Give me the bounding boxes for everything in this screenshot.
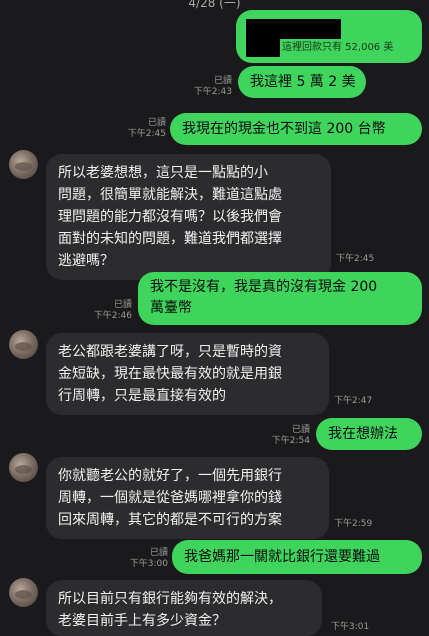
message-meta: 已讀 下午2:46 [82, 300, 132, 322]
date-header: 4/28 (一) [188, 0, 241, 10]
message-line: 老婆目前手上有多少資金？ [58, 613, 226, 629]
message-line: 問題，很簡單就能解決，難道這點處 [58, 187, 282, 203]
contact-avatar [9, 453, 38, 482]
read-receipt: 已讀 [291, 425, 310, 435]
message-time: 下午2:46 [93, 311, 132, 321]
message-meta: 已讀 下午2:43 [190, 76, 232, 98]
incoming-bubble: 所以老婆想想，這只是一點點的小 問題，很簡單就能解決，難道這點處 理問題的能力都… [46, 154, 331, 280]
message-text: 我這裡 5 萬 2 美 [250, 74, 356, 90]
message-line: 金短缺，現在最快最有效的就是用銀 [58, 366, 282, 382]
message-time: 下午3:00 [129, 559, 168, 569]
message-time: 下午2:45 [127, 129, 166, 139]
message-line: 萬臺幣 [150, 300, 192, 316]
message-line: 你就聽老公的就好了，一個先用銀行 [58, 468, 282, 484]
message-line: 回來周轉，其它的都是不可行的方案 [58, 512, 282, 528]
message-line: 所以老婆想想，這只是一點點的小 [58, 165, 268, 181]
message-line: 所以目前只有銀行能夠有效的解決， [58, 591, 282, 607]
message-meta: 已讀 下午2:45 [118, 118, 166, 140]
outgoing-bubble: 我在想辦法 [316, 418, 422, 450]
message-line: 我不是沒有，我是真的沒有現金 200 [150, 279, 378, 295]
outgoing-bubble: 我這裡 5 萬 2 美 [238, 66, 366, 98]
message-line: 周轉，一個就是從爸媽哪裡拿你的錢 [58, 490, 282, 506]
contact-avatar [9, 150, 38, 179]
message-meta: 已讀 下午3:00 [118, 548, 168, 570]
read-receipt: 已讀 [213, 76, 232, 86]
message-text: 我爸媽那一關就比銀行還要難過 [184, 549, 380, 565]
message-line: 面對的未知的問題，難道我們都選擇 [58, 231, 282, 247]
message-time: 下午2:59 [334, 519, 373, 529]
incoming-bubble: 老公都跟老婆講了呀，只是暫時的資 金短缺，現在最快最有效的就是用銀 行周轉，只是… [46, 333, 329, 415]
redaction-box [279, 19, 341, 39]
redaction-box [246, 19, 280, 57]
read-receipt: 已讀 [149, 548, 168, 558]
message-time: 下午2:47 [334, 396, 373, 406]
outgoing-bubble: 我不是沒有，我是真的沒有現金 200 萬臺幣 [138, 272, 422, 325]
message-time: 下午2:45 [336, 254, 375, 264]
message-text: 我在想辦法 [328, 426, 398, 442]
message-line: 老公都跟老婆講了呀，只是暫時的資 [58, 344, 282, 360]
outgoing-bubble: 我爸媽那一關就比銀行還要難過 [172, 540, 422, 574]
message-time: 下午3:01 [331, 622, 370, 632]
message-meta: 已讀 下午2:54 [262, 425, 310, 447]
contact-avatar [9, 330, 38, 359]
message-time: 下午2:54 [271, 436, 310, 446]
contact-avatar [9, 578, 38, 607]
message-text: 我現在的現金也不到這 200 台幣 [182, 121, 386, 137]
message-line: 逃避嗎？ [58, 253, 114, 269]
message-time: 下午2:43 [193, 87, 232, 97]
message-line: 理問題的能力都沒有嗎？以後我們會 [58, 209, 282, 225]
message-text: 這裡回款只有 52,006 美 [282, 42, 394, 53]
read-receipt: 已讀 [147, 118, 166, 128]
incoming-bubble: 所以目前只有銀行能夠有效的解決， 老婆目前手上有多少資金？ [46, 580, 322, 636]
incoming-bubble: 你就聽老公的就好了，一個先用銀行 周轉，一個就是從爸媽哪裡拿你的錢 回來周轉，其… [46, 457, 329, 539]
read-receipt: 已讀 [113, 300, 132, 310]
message-line: 行周轉，只是最直接有效的 [58, 388, 226, 404]
outgoing-bubble: 我現在的現金也不到這 200 台幣 [170, 113, 422, 145]
